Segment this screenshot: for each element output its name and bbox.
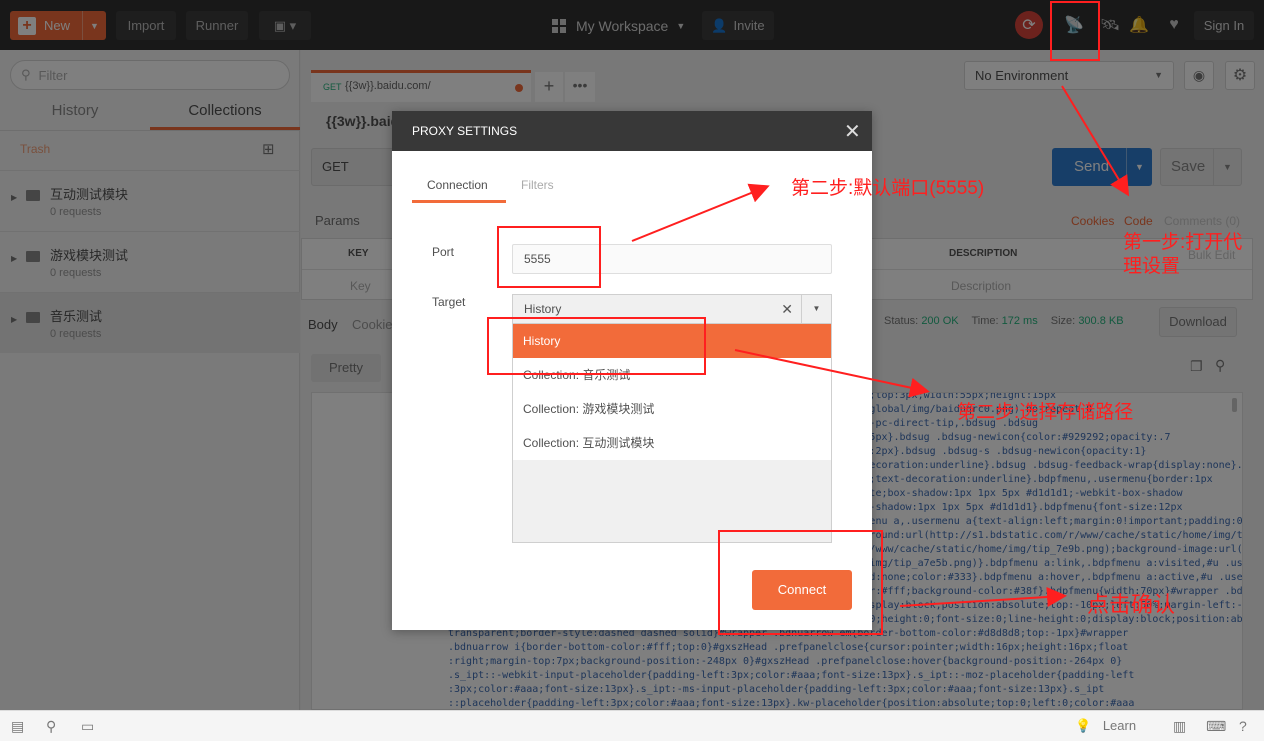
annotation-step2-port: 第二步:默认端口(5555) [791, 178, 985, 199]
annotation-arrows [631, 85, 1130, 607]
annotation-arrow [734, 349, 930, 398]
annotation-step2-path: 第二步:选择存储路径 [957, 402, 1134, 423]
annotation-arrow [1061, 85, 1130, 197]
annotation-confirm: 点击确认 [1087, 592, 1176, 617]
annotation-arrow [631, 183, 770, 242]
annotation-arrow [899, 586, 1067, 607]
annotation-step1: 第一步:打开代理设置 [1123, 232, 1243, 277]
